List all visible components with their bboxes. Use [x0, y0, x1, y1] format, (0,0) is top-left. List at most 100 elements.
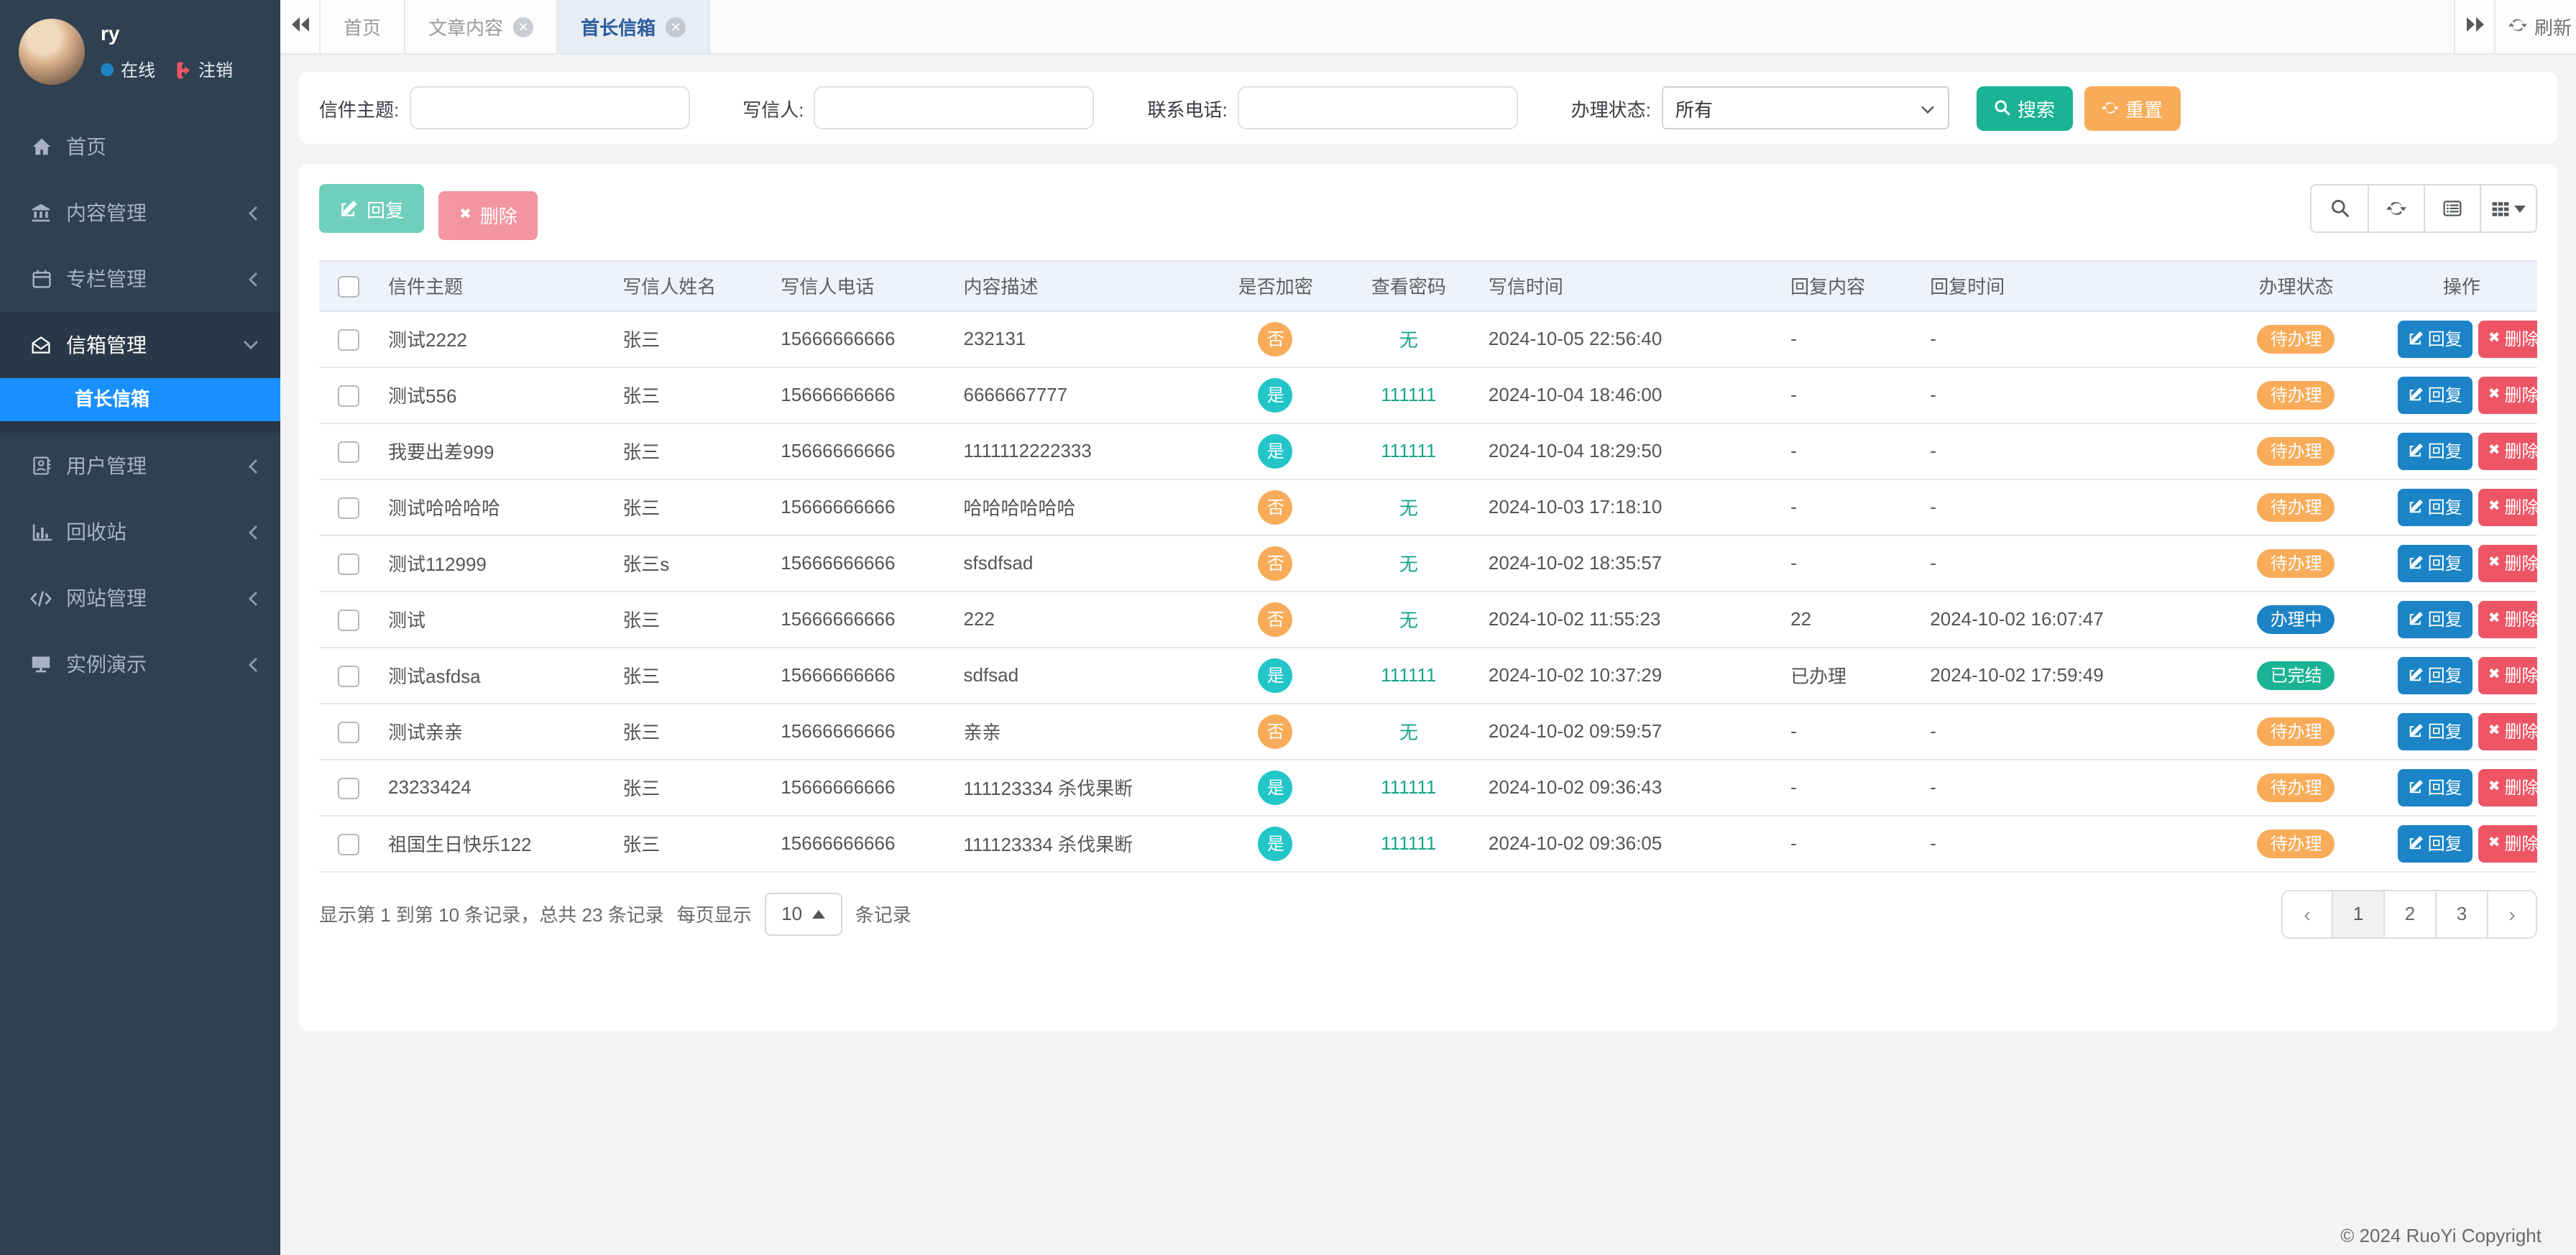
tabs-scroll-left-button[interactable] [280, 0, 321, 53]
row-checkbox[interactable] [337, 665, 359, 686]
page-button-2[interactable]: 2 [2383, 891, 2435, 937]
sidebar-item-chief-mailbox[interactable]: 首长信箱 [0, 378, 280, 421]
row-checkbox[interactable] [337, 441, 359, 462]
cell-writer-name: 张三 [611, 815, 769, 871]
row-checkbox[interactable] [337, 553, 359, 574]
close-icon[interactable]: ✕ [513, 17, 533, 37]
row-delete-button[interactable]: ✖删除 [2478, 600, 2537, 638]
row-checkbox[interactable] [337, 497, 359, 518]
prev-page-button[interactable]: ‹ [2283, 891, 2332, 937]
chevron-left-icon [247, 271, 259, 287]
encrypted-badge: 否 [1259, 602, 1293, 636]
row-delete-button[interactable]: ✖删除 [2478, 768, 2537, 806]
row-delete-button[interactable]: ✖删除 [2478, 376, 2537, 413]
row-delete-button[interactable]: ✖删除 [2478, 544, 2537, 581]
status-select[interactable]: 所有 [1661, 86, 1949, 129]
row-checkbox[interactable] [337, 777, 359, 799]
row-reply-button[interactable]: 回复 [2398, 600, 2472, 638]
row-checkbox[interactable] [337, 833, 359, 855]
status-badge: 待办理 [2258, 436, 2335, 465]
select-all-checkbox[interactable] [337, 275, 359, 297]
table-row: 祖国生日快乐122 张三 15666666666 111123334 杀伐果断 … [319, 815, 2537, 871]
sidebar-item-home[interactable]: 首页 [0, 114, 280, 180]
row-checkbox[interactable] [337, 609, 359, 630]
cell-password: 无 [1340, 535, 1477, 591]
sidebar-item-column-mgmt[interactable]: 专栏管理 [0, 246, 280, 312]
next-page-button[interactable]: › [2487, 891, 2536, 937]
cell-password: 无 [1340, 591, 1477, 647]
avatar[interactable] [19, 19, 85, 85]
row-reply-button[interactable]: 回复 [2398, 376, 2472, 413]
x-icon: ✖ [2488, 668, 2501, 682]
row-reply-button[interactable]: 回复 [2398, 320, 2472, 357]
bank-icon [30, 203, 52, 223]
sidebar-item-user-mgmt[interactable]: 用户管理 [0, 433, 280, 499]
writer-filter-input[interactable] [814, 86, 1095, 129]
close-icon[interactable]: ✕ [666, 17, 686, 37]
tabs-scroll-right-button[interactable] [2454, 0, 2494, 53]
row-delete-button[interactable]: ✖删除 [2478, 712, 2537, 750]
phone-filter-input[interactable] [1238, 86, 1518, 129]
x-icon: ✖ [2488, 724, 2501, 738]
edit-icon [2408, 555, 2424, 571]
cell-writer-name: 张三 [611, 479, 769, 535]
desktop-icon [30, 654, 52, 674]
cell-subject: 测试2222 [377, 311, 611, 367]
columns-button[interactable] [2480, 185, 2536, 231]
cell-subject: 测试哈哈哈哈 [377, 479, 611, 535]
row-reply-button[interactable]: 回复 [2398, 432, 2472, 469]
tab-article-content[interactable]: 文章内容 ✕ [405, 0, 558, 53]
toggle-search-button[interactable] [2312, 185, 2368, 231]
x-icon: ✖ [2488, 443, 2501, 458]
page-button-1[interactable]: 1 [2332, 891, 2383, 937]
cell-reply-time: - [1918, 759, 2206, 815]
row-delete-button[interactable]: ✖删除 [2478, 320, 2537, 357]
code-icon [30, 589, 52, 607]
sidebar-item-mailbox-mgmt[interactable]: 信箱管理 [0, 312, 280, 378]
row-delete-button[interactable]: ✖删除 [2478, 656, 2537, 694]
tab-home[interactable]: 首页 [321, 0, 405, 53]
row-delete-button[interactable]: ✖删除 [2478, 488, 2537, 525]
sidebar-item-website-mgmt[interactable]: 网站管理 [0, 565, 280, 631]
edit-icon [2408, 667, 2424, 683]
page-size-select[interactable]: 10 [765, 892, 842, 935]
row-reply-button[interactable]: 回复 [2398, 824, 2472, 862]
refresh-tab-button[interactable]: 刷新 [2494, 0, 2576, 53]
page-content: 信件主题: 写信人: 联系电话: 办理状态: 所有 搜索 重置 [280, 55, 2576, 1255]
bulk-reply-button[interactable]: 回复 [319, 184, 424, 233]
cell-description: 1111112222333 [952, 423, 1211, 479]
main-area: 首页 文章内容 ✕ 首长信箱 ✕ 刷新 信 [280, 0, 2576, 1255]
bulk-delete-button[interactable]: ✖ 删除 [439, 190, 538, 239]
reset-button[interactable]: 重置 [2084, 86, 2180, 130]
chevron-left-icon [247, 458, 259, 474]
row-reply-button[interactable]: 回复 [2398, 544, 2472, 581]
row-checkbox[interactable] [337, 721, 359, 743]
row-reply-button[interactable]: 回复 [2398, 656, 2472, 694]
card-view-button[interactable] [2424, 185, 2480, 231]
row-delete-button[interactable]: ✖删除 [2478, 432, 2537, 469]
page-button-3[interactable]: 3 [2435, 891, 2487, 937]
row-delete-button[interactable]: ✖删除 [2478, 824, 2537, 862]
row-reply-button[interactable]: 回复 [2398, 712, 2472, 750]
refresh-table-button[interactable] [2368, 185, 2424, 231]
sidebar-menu: 首页 内容管理 专栏管理 信箱管理 首长信箱 [0, 114, 280, 697]
logout-label[interactable]: 注销 [198, 58, 233, 82]
caret-down-icon [2514, 205, 2526, 212]
row-checkbox[interactable] [337, 328, 359, 350]
sidebar-item-recycle-bin[interactable]: 回收站 [0, 499, 280, 565]
cell-writer-name: 张三 [611, 367, 769, 423]
row-checkbox[interactable] [337, 385, 359, 406]
mailbox-submenu: 首长信箱 [0, 378, 280, 433]
subject-filter-input[interactable] [409, 86, 689, 129]
search-button[interactable]: 搜索 [1976, 86, 2072, 130]
tab-chief-mailbox[interactable]: 首长信箱 ✕ [558, 0, 710, 53]
chevron-down-icon [1920, 97, 1934, 119]
row-reply-button[interactable]: 回复 [2398, 488, 2472, 525]
logout-icon[interactable] [172, 61, 191, 78]
user-profile: ry 在线 注销 [0, 0, 280, 91]
edit-icon [2408, 499, 2424, 515]
sidebar-item-demo[interactable]: 实例演示 [0, 631, 280, 697]
row-reply-button[interactable]: 回复 [2398, 768, 2472, 806]
double-chevron-left-icon [290, 14, 310, 40]
sidebar-item-content-mgmt[interactable]: 内容管理 [0, 180, 280, 246]
